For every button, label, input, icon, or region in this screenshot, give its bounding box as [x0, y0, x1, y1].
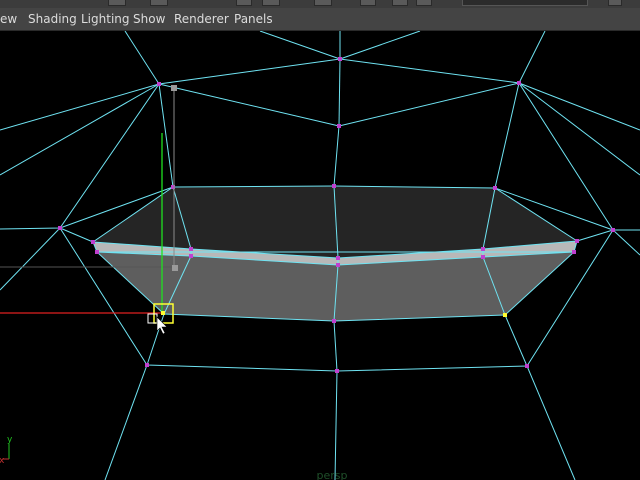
maya-viewport-window: ew Shading Lighting Show Renderer Panels	[0, 0, 640, 480]
viewport-canvas[interactable]: y x	[0, 31, 640, 480]
toolbar-button[interactable]	[360, 0, 376, 6]
toolbar-button[interactable]	[416, 0, 432, 6]
toolbar-button[interactable]	[392, 0, 408, 6]
mouse-cursor-icon	[147, 313, 168, 335]
toolbar-button[interactable]	[608, 0, 622, 6]
status-toolbar	[0, 0, 640, 8]
menu-lighting[interactable]: Lighting	[81, 8, 130, 30]
toolbar-input-field[interactable]	[462, 0, 588, 6]
menu-view[interactable]: ew	[0, 8, 17, 30]
toolbar-button[interactable]	[150, 0, 168, 6]
axis-label-y: y	[7, 435, 13, 445]
selected-vertex[interactable]	[503, 313, 507, 317]
toolbar-button[interactable]	[314, 0, 332, 6]
toolbar-button[interactable]	[236, 0, 252, 6]
toolbar-button[interactable]	[108, 0, 126, 6]
menu-renderer[interactable]: Renderer	[174, 8, 229, 30]
perspective-viewport[interactable]: y x persp	[0, 31, 640, 480]
axis-label-x: x	[0, 456, 5, 466]
toolbar-button[interactable]	[262, 0, 280, 6]
panel-menubar: ew Shading Lighting Show Renderer Panels	[0, 8, 640, 31]
menu-shading[interactable]: Shading	[28, 8, 77, 30]
menu-show[interactable]: Show	[133, 8, 165, 30]
menu-panels[interactable]: Panels	[234, 8, 273, 30]
camera-name-label: persp	[316, 469, 348, 480]
view-axis-icon: y x	[0, 435, 13, 466]
